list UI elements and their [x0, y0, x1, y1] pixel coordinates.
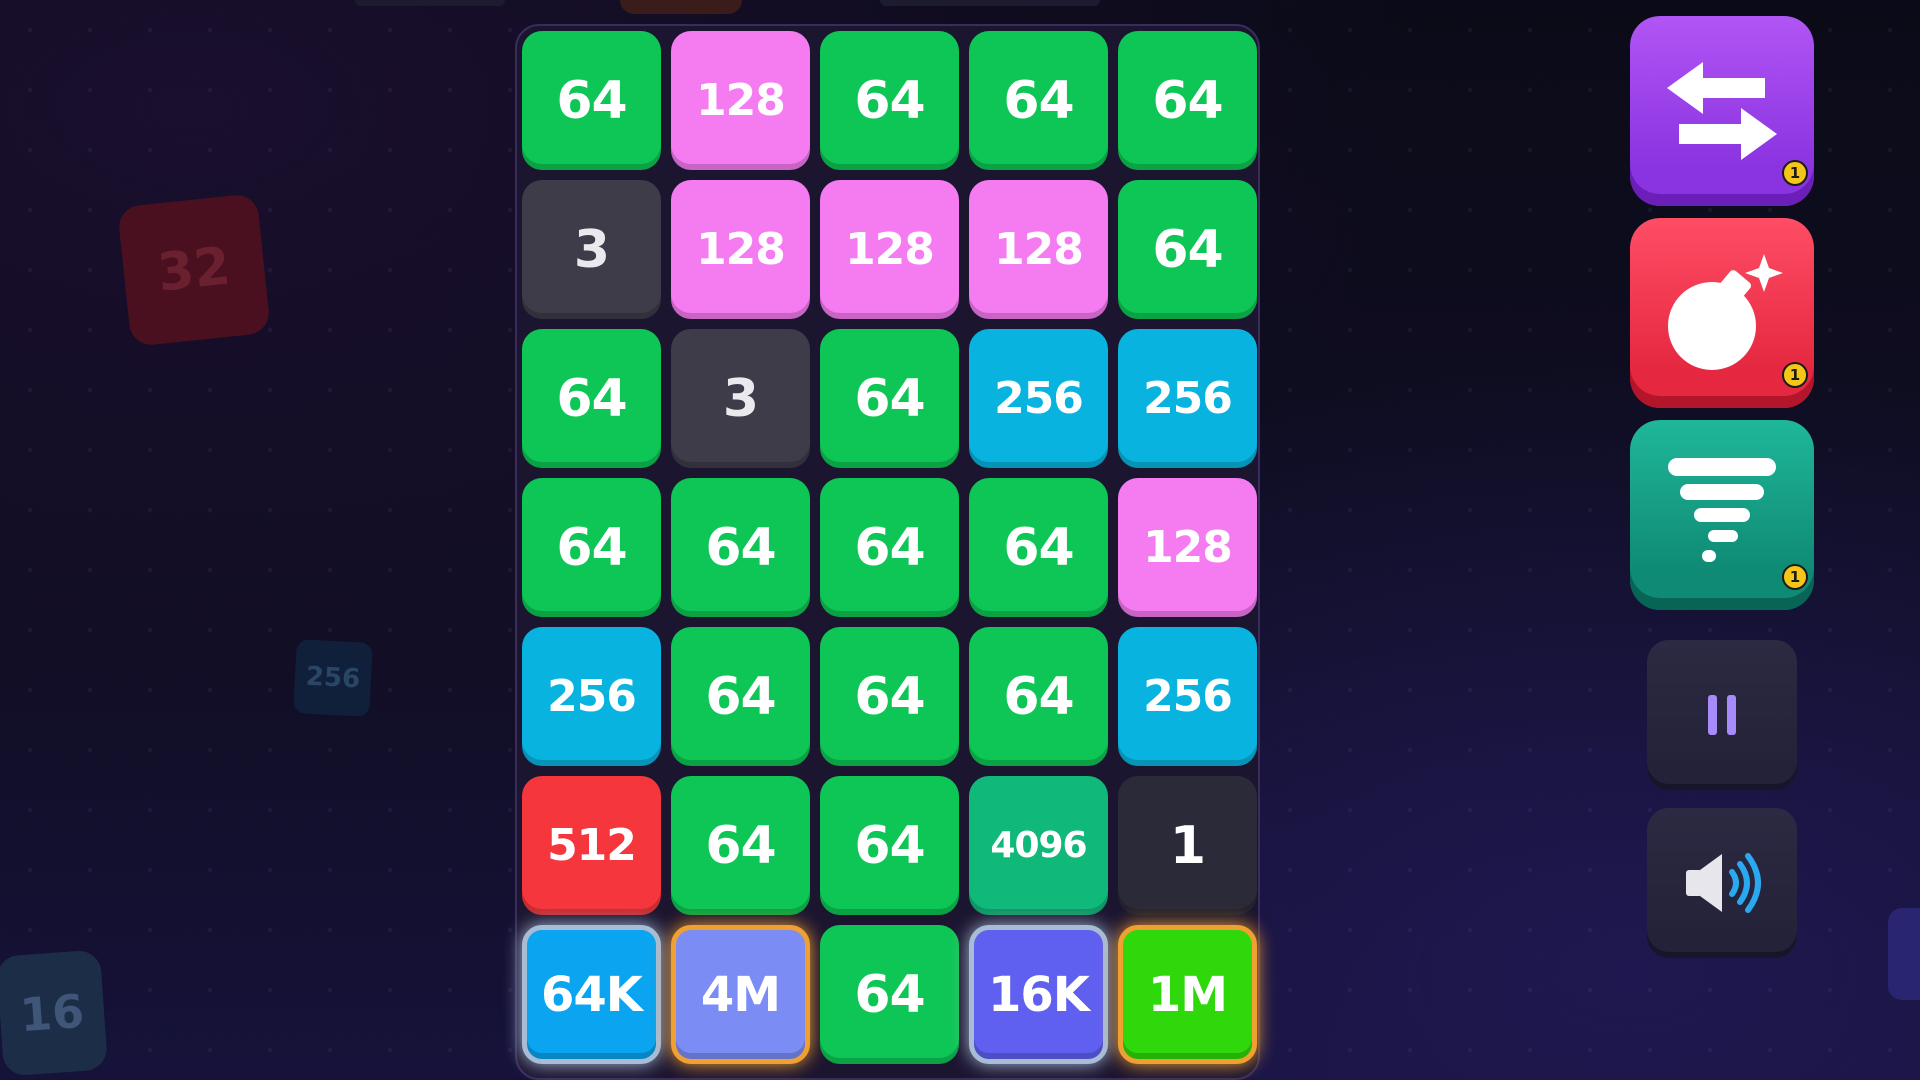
tile-512[interactable]: 512	[522, 776, 661, 915]
tile-128[interactable]: 128	[671, 31, 810, 170]
tile-4096[interactable]: 4096	[969, 776, 1108, 915]
bomb-icon	[1668, 254, 1783, 370]
tile-128[interactable]: 128	[969, 180, 1108, 319]
tile-64[interactable]: 64	[969, 627, 1108, 766]
tornado-powerup-button[interactable]: 1	[1630, 420, 1814, 610]
background-shape	[620, 0, 742, 14]
tile-64[interactable]: 64	[820, 329, 959, 468]
tile-64[interactable]: 64	[820, 627, 959, 766]
tile-64[interactable]: 64	[671, 478, 810, 617]
tile-128[interactable]: 128	[820, 180, 959, 319]
tornado-count-badge: 1	[1782, 564, 1808, 590]
tile-64[interactable]: 64	[522, 31, 661, 170]
tile-64k[interactable]: 64K	[522, 925, 661, 1064]
tile-64[interactable]: 64	[820, 31, 959, 170]
tile-64[interactable]: 64	[522, 329, 661, 468]
bomb-count-badge: 1	[1782, 362, 1808, 388]
swap-arrows-icon	[1667, 62, 1777, 160]
tile-256[interactable]: 256	[522, 627, 661, 766]
tile-256[interactable]: 256	[969, 329, 1108, 468]
tile-256[interactable]: 256	[1118, 627, 1257, 766]
speaker-on-icon	[1686, 853, 1761, 913]
tile-3[interactable]: 3	[522, 180, 661, 319]
background-shape	[355, 0, 505, 6]
tile-64[interactable]: 64	[820, 925, 959, 1064]
tile-16k[interactable]: 16K	[969, 925, 1108, 1064]
tile-64[interactable]: 64	[820, 478, 959, 617]
pause-icon	[1708, 695, 1736, 735]
tile-64[interactable]: 64	[671, 627, 810, 766]
background-shape	[1888, 908, 1920, 1000]
tile-64[interactable]: 64	[969, 31, 1108, 170]
background-tile-32: 32	[117, 193, 271, 347]
game-board: 64 128 64 64 64 3 128 128 128 64 64 3 64 256 256 64 64 64…	[515, 24, 1260, 1080]
tile-1[interactable]: 1	[1118, 776, 1257, 915]
background-shape	[880, 0, 1100, 6]
tile-4m[interactable]: 4M	[671, 925, 810, 1064]
swap-powerup-button[interactable]: 1	[1630, 16, 1814, 206]
pause-button[interactable]	[1647, 640, 1797, 790]
tile-64[interactable]: 64	[820, 776, 959, 915]
sound-toggle-button[interactable]	[1647, 808, 1797, 958]
tile-128[interactable]: 128	[671, 180, 810, 319]
background-tile-256: 256	[293, 639, 373, 717]
tile-64[interactable]: 64	[1118, 31, 1257, 170]
bomb-powerup-button[interactable]: 1	[1630, 218, 1814, 408]
tile-3[interactable]: 3	[671, 329, 810, 468]
tile-64[interactable]: 64	[969, 478, 1108, 617]
tile-64[interactable]: 64	[522, 478, 661, 617]
tile-256[interactable]: 256	[1118, 329, 1257, 468]
tile-128[interactable]: 128	[1118, 478, 1257, 617]
tile-64[interactable]: 64	[671, 776, 810, 915]
tile-64[interactable]: 64	[1118, 180, 1257, 319]
swap-count-badge: 1	[1782, 160, 1808, 186]
tornado-icon	[1668, 458, 1776, 562]
tile-1m[interactable]: 1M	[1118, 925, 1257, 1064]
background-tile-16: 16	[0, 949, 109, 1077]
